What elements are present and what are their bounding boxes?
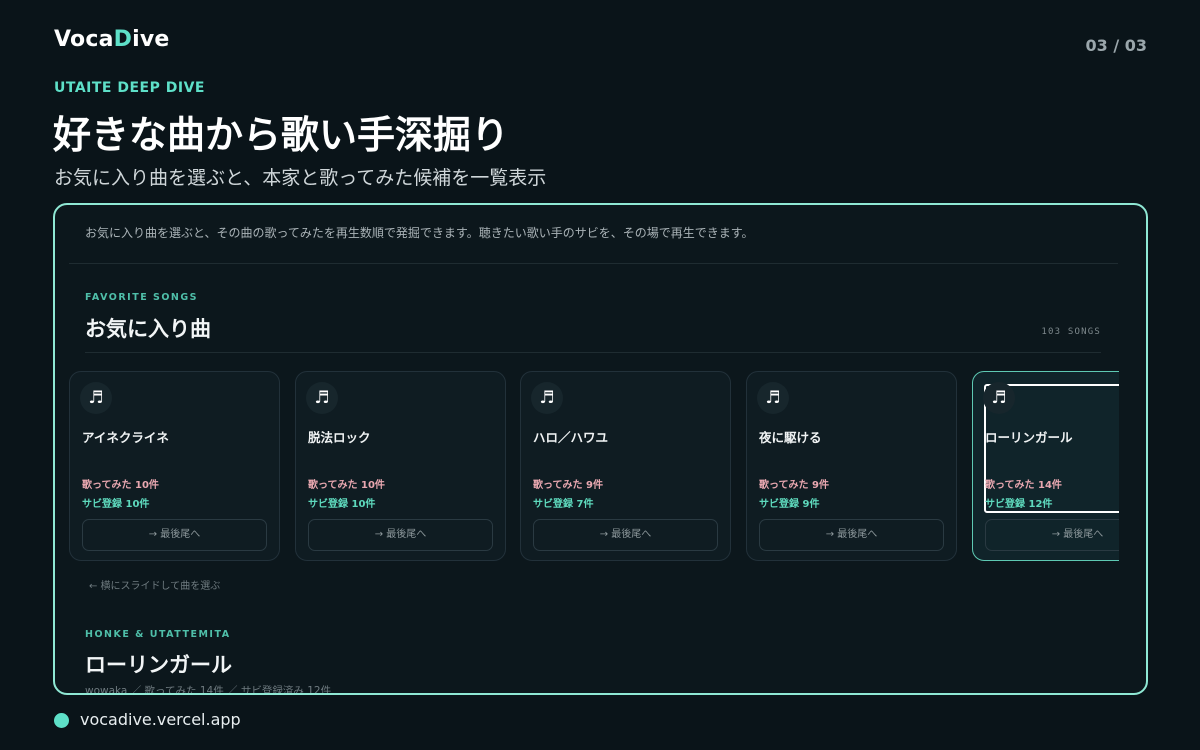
- sabi-count: サビ登録 9件: [759, 499, 820, 510]
- move-to-end-button[interactable]: → 最後尾へ: [533, 519, 718, 551]
- song-title: アイネクライネ: [82, 430, 169, 445]
- site-url: vocadive.vercel.app: [80, 710, 241, 729]
- vocadive-logo: VocaDive: [54, 27, 170, 52]
- music-note-icon: ♬: [757, 382, 789, 414]
- music-note-icon: ♬: [80, 382, 112, 414]
- sabi-count: サビ登録 10件: [82, 499, 150, 510]
- utattemita-count: 歌ってみた 9件: [759, 480, 829, 491]
- selected-song-title: ローリンガール: [85, 653, 232, 677]
- utattemita-count: 歌ってみた 10件: [82, 480, 159, 491]
- music-note-icon: ♬: [531, 382, 563, 414]
- song-title: 夜に駆ける: [759, 430, 822, 445]
- page-subtitle: お気に入り曲を選ぶと、本家と歌ってみた候補を一覧表示: [54, 167, 547, 189]
- honke-section-label: HONKE & UTATTEMITA: [85, 629, 231, 640]
- song-card[interactable]: ♬ 夜に駆ける 歌ってみた 9件 サビ登録 9件 → 最後尾へ: [746, 371, 957, 561]
- utattemita-count: 歌ってみた 10件: [308, 480, 385, 491]
- song-title: ハロ／ハワユ: [533, 430, 609, 445]
- sabi-count: サビ登録 12件: [985, 499, 1053, 510]
- divider: [69, 263, 1118, 264]
- song-title: 脱法ロック: [308, 430, 371, 445]
- song-card[interactable]: ♬ アイネクライネ 歌ってみた 10件 サビ登録 10件 → 最後尾へ: [69, 371, 280, 561]
- scroll-hint: ← 横にスライドして曲を選ぶ: [89, 581, 221, 592]
- sabi-count: サビ登録 10件: [308, 499, 376, 510]
- divider: [85, 352, 1101, 353]
- move-to-end-button[interactable]: → 最後尾へ: [308, 519, 493, 551]
- page-title: 好きな曲から歌い手深掘り: [53, 113, 510, 157]
- favorites-section-label: FAVORITE SONGS: [85, 292, 199, 303]
- utattemita-count: 歌ってみた 9件: [533, 480, 603, 491]
- selected-song-meta: wowaka ／ 歌ってみた 14件 ／ サビ登録済み 12件: [85, 685, 332, 695]
- song-count: 103 SONGS: [1041, 327, 1101, 337]
- music-note-icon: ♬: [306, 382, 338, 414]
- status-dot: [54, 713, 69, 728]
- utattemita-count: 歌ってみた 14件: [985, 480, 1062, 491]
- slide-counter: 03 / 03: [1085, 36, 1147, 55]
- favorites-section-title: お気に入り曲: [85, 317, 211, 341]
- intro-text: お気に入り曲を選ぶと、その曲の歌ってみたを再生数順で発掘できます。聴きたい歌い手…: [85, 226, 754, 240]
- music-note-icon: ♬: [983, 382, 1015, 414]
- carousel-clip-edge: [1119, 365, 1146, 565]
- section-eyebrow: UTAITE DEEP DIVE: [54, 80, 205, 96]
- app-screenshot-frame: お気に入り曲を選ぶと、その曲の歌ってみたを再生数順で発掘できます。聴きたい歌い手…: [53, 203, 1148, 695]
- song-card[interactable]: ♬ 脱法ロック 歌ってみた 10件 サビ登録 10件 → 最後尾へ: [295, 371, 506, 561]
- song-card[interactable]: ♬ ハロ／ハワユ 歌ってみた 9件 サビ登録 7件 → 最後尾へ: [520, 371, 731, 561]
- sabi-count: サビ登録 7件: [533, 499, 594, 510]
- move-to-end-button[interactable]: → 最後尾へ: [759, 519, 944, 551]
- move-to-end-button[interactable]: → 最後尾へ: [82, 519, 267, 551]
- song-title: ローリンガール: [985, 430, 1073, 445]
